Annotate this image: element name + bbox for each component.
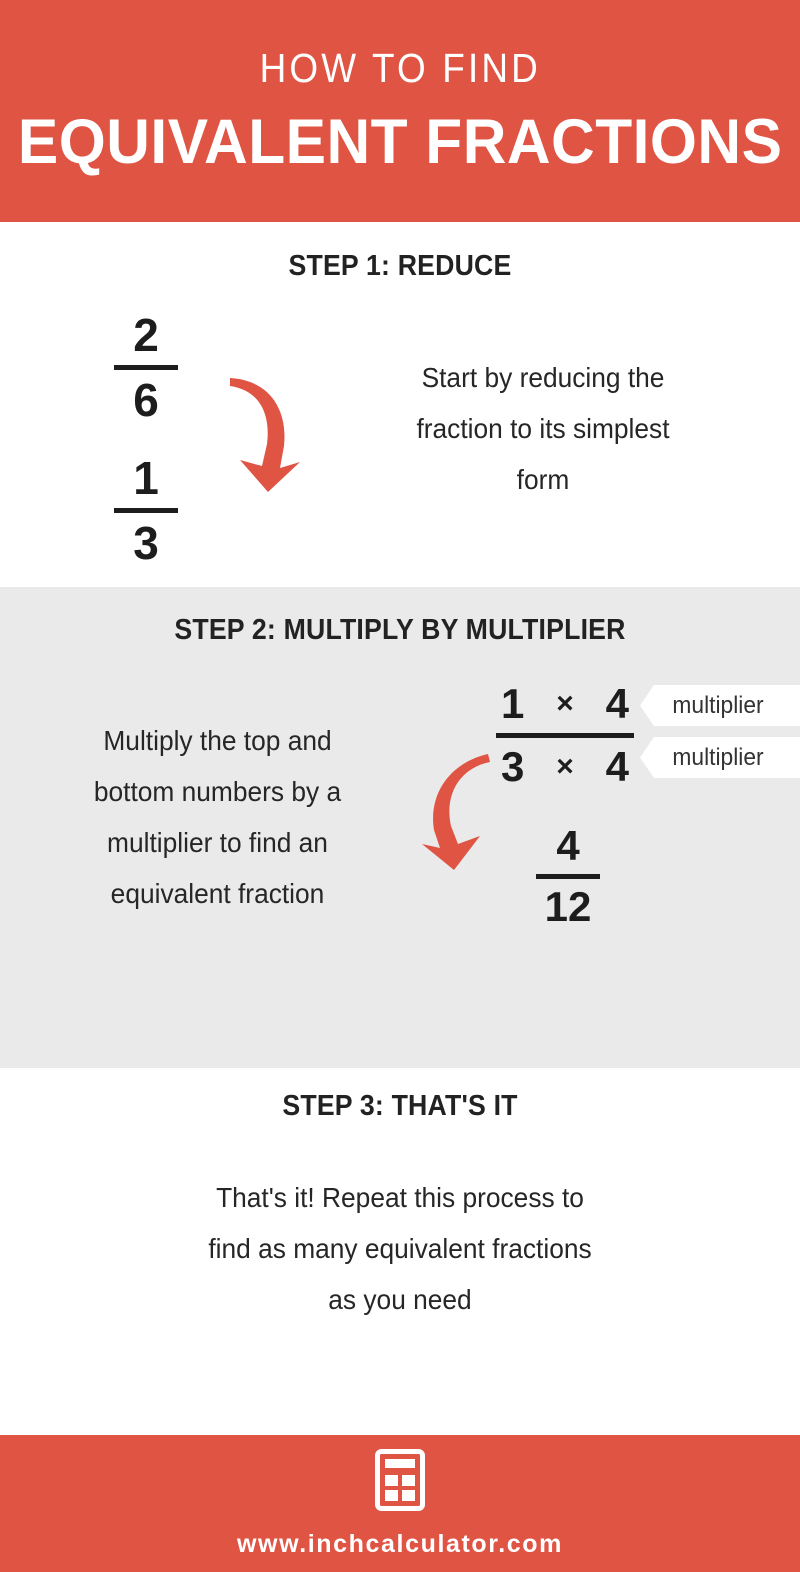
fraction-original: 2 6 [102,312,190,423]
step-2-heading: STEP 2: MULTIPLY BY MULTIPLIER [174,614,626,646]
step-3-description: That's it! Repeat this process to find a… [208,1182,592,1315]
page-title: EQUIVALENT FRACTIONS [17,107,783,177]
fraction-result: 4 12 [522,825,614,928]
calculator-icon [375,1448,425,1511]
step-1-heading: STEP 1: REDUCE [288,250,512,282]
fraction-denominator: 6 [133,374,159,426]
step-3-heading: STEP 3: THAT'S IT [282,1090,518,1122]
fraction-bar [114,365,178,370]
step-2-description: Multiply the top and bottom numbers by a… [93,725,342,909]
expression-numerator: 1 × 4 [501,683,629,725]
fraction-reduced: 1 3 [102,455,190,566]
fraction-denominator: 3 [133,517,159,569]
fraction-bar [496,733,634,738]
fraction-bar [114,508,178,513]
fraction-numerator: 2 [133,309,159,361]
multiplier-callout-label: multiplier [672,691,764,719]
header-kicker: HOW TO FIND [259,45,541,91]
brand-logo [375,1448,425,1516]
fraction-numerator: 4 [556,822,580,869]
fraction-numerator: 1 [133,452,159,504]
fraction-denominator: 12 [544,883,592,930]
multiply-operator-icon: × [556,750,574,783]
header-banner: HOW TO FIND EQUIVALENT FRACTIONS [0,0,800,222]
expression-denominator: 3 × 4 [501,746,629,788]
fraction-bar [536,874,600,879]
curved-down-arrow-icon [230,378,300,492]
fraction-multiplication-expression: 1 × 4 3 × 4 [495,683,635,788]
multiply-operator-icon: × [556,687,574,720]
infographic-page: HOW TO FIND EQUIVALENT FRACTIONS STEP 1:… [0,0,800,1572]
curved-down-arrow-icon [422,754,490,870]
step-1-description: Start by reducing the fraction to its si… [416,362,670,495]
website-url[interactable]: www.inchcalculator.com [237,1530,563,1559]
multiplier-callout-denominator: multiplier [640,737,800,778]
multiplier-callout-label: multiplier [672,743,764,771]
numerator-left-operand: 1 [501,680,525,727]
denominator-right-operand: 4 [605,743,629,790]
footer-banner: www.inchcalculator.com [0,1435,800,1572]
multiplier-callout-numerator: multiplier [640,685,800,726]
numerator-right-operand: 4 [605,680,629,727]
